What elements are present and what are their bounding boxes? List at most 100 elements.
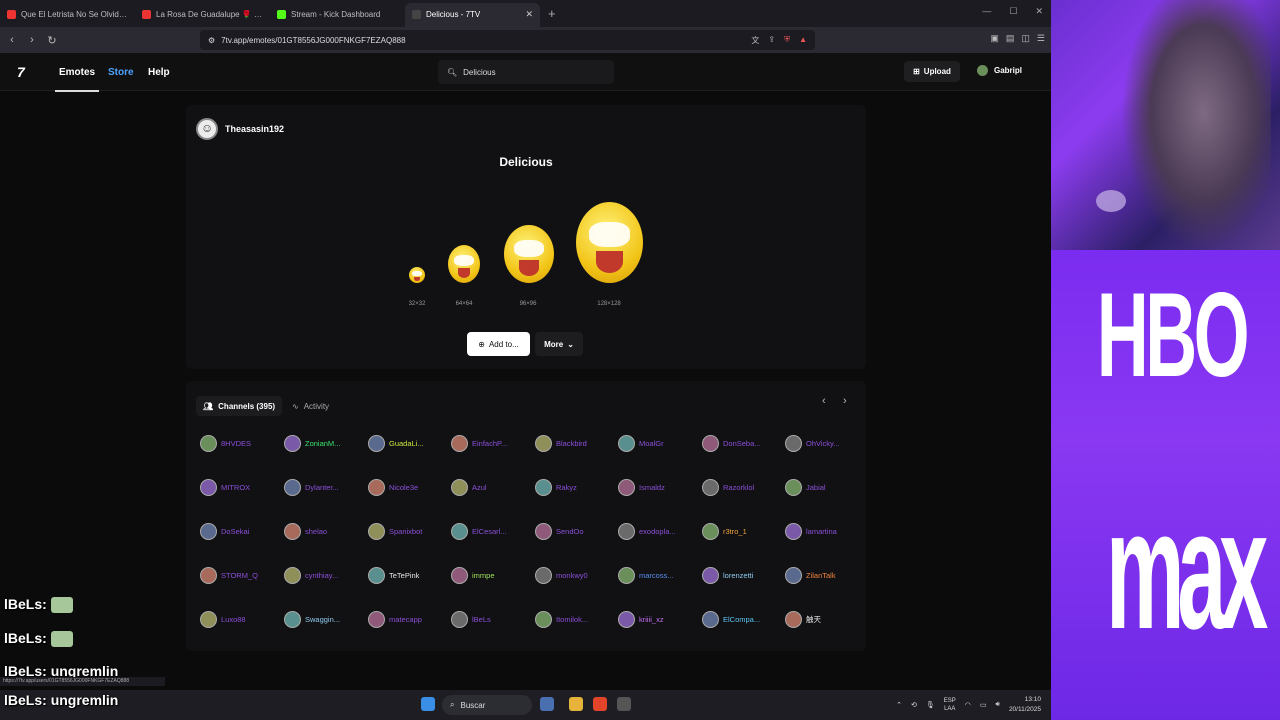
nav-emotes[interactable]: Emotes — [54, 67, 100, 92]
reload-icon[interactable]: ↻ — [44, 34, 60, 47]
channel-item[interactable]: ElCesarl... — [451, 523, 531, 540]
taskbar-search[interactable]: ⌕ Buscar — [442, 695, 532, 715]
tab-kick[interactable]: Stream - Kick Dashboard — [270, 3, 405, 27]
url-field[interactable]: ⚙ 7tv.app/emotes/01GT8556JG000FNKGF7EZAQ… — [200, 30, 815, 50]
channel-item[interactable]: EinfachP... — [451, 435, 531, 452]
hbo-max-overlay: HBO max — [1051, 250, 1280, 720]
language-indicator[interactable]: ESP LAA — [944, 697, 956, 713]
new-tab-button[interactable]: + — [540, 6, 564, 21]
site-info-icon[interactable]: ⚙ — [208, 36, 215, 45]
prev-page-icon[interactable]: ‹ — [822, 395, 826, 407]
channel-item[interactable]: 触天 — [785, 611, 865, 628]
channel-item[interactable]: Blackbird — [535, 435, 615, 452]
channel-item[interactable]: ElCompa... — [702, 611, 782, 628]
emote-owner[interactable]: Theasasin192 — [196, 118, 284, 140]
channel-item[interactable]: Dylanter... — [284, 479, 364, 496]
channel-item[interactable]: DonSeba... — [702, 435, 782, 452]
extension-icon[interactable]: ▣ — [990, 33, 999, 44]
channel-name: STORM_Q — [221, 571, 258, 580]
sidebar-icon[interactable]: ▤ — [1006, 33, 1015, 44]
chat-line: lBeLs: — [4, 630, 73, 648]
forward-icon[interactable]: › — [24, 34, 40, 46]
wifi-icon[interactable]: ◠ — [965, 701, 971, 709]
brave-icon[interactable] — [593, 697, 607, 711]
channel-item[interactable]: Razorklol — [702, 479, 782, 496]
share-icon[interactable]: ⇪ — [768, 35, 775, 46]
maximize-icon[interactable]: ☐ — [1009, 6, 1017, 17]
channel-item[interactable]: shelao — [284, 523, 364, 540]
nav-help[interactable]: Help — [148, 67, 170, 78]
channel-item[interactable]: Spanixbot — [368, 523, 448, 540]
channel-item[interactable]: lorenzetti — [702, 567, 782, 584]
browser-window: Que El Letrista No Se Olvide - YouTube L… — [0, 0, 1051, 690]
more-button[interactable]: More ⌄ — [535, 332, 583, 356]
channel-item[interactable]: monkwy0 — [535, 567, 615, 584]
emote-preview-32[interactable] — [409, 267, 425, 283]
channel-item[interactable]: Jabial — [785, 479, 865, 496]
volume-icon[interactable]: 🔊︎ — [996, 701, 1000, 709]
close-tab-icon[interactable]: ✕ — [525, 9, 533, 20]
channel-item[interactable]: lBeLs — [451, 611, 531, 628]
rewards-icon[interactable]: ▲ — [799, 35, 807, 46]
battery-icon[interactable]: ▭ — [980, 701, 987, 709]
tab-channels[interactable]: 👥︎ Channels (395) — [196, 396, 282, 416]
channel-item[interactable]: Nicole3e — [368, 479, 448, 496]
upload-button[interactable]: ⊞ Upload — [904, 61, 960, 82]
sync-icon[interactable]: ⟲ — [911, 701, 917, 709]
channel-item[interactable]: OhVicky... — [785, 435, 865, 452]
add-to-button[interactable]: ⊕ Add to... — [467, 332, 530, 356]
channel-item[interactable]: immpe — [451, 567, 531, 584]
translate-icon[interactable]: 文 — [751, 35, 759, 46]
wallet-icon[interactable]: ◫ — [1021, 33, 1030, 44]
channel-item[interactable]: Luxo88 — [200, 611, 280, 628]
channel-item[interactable]: cynthiay... — [284, 567, 364, 584]
channel-item[interactable]: ZonianM... — [284, 435, 364, 452]
emote-preview-128[interactable] — [576, 202, 643, 283]
search-input[interactable]: 🔍︎ Delicious — [438, 60, 614, 84]
mic-icon[interactable]: 🎙︎ — [926, 701, 935, 709]
channel-avatar — [284, 523, 301, 540]
channel-item[interactable]: TeTePink — [368, 567, 448, 584]
tab-rosa[interactable]: La Rosa De Guadalupe 🌹 Viral [Par — [135, 3, 270, 27]
channel-avatar — [535, 523, 552, 540]
channel-item[interactable]: matecapp — [368, 611, 448, 628]
tab-youtube[interactable]: Que El Letrista No Se Olvide - YouTube — [0, 3, 135, 27]
channel-item[interactable]: Azul — [451, 479, 531, 496]
channel-item[interactable]: Itomilok... — [535, 611, 615, 628]
channel-item[interactable]: SendOo — [535, 523, 615, 540]
back-icon[interactable]: ‹ — [4, 34, 20, 46]
channel-item[interactable]: STORM_Q — [200, 567, 280, 584]
close-window-icon[interactable]: ✕ — [1035, 6, 1043, 17]
tab-activity[interactable]: ∿ Activity — [292, 396, 329, 416]
channel-item[interactable]: r3tro_1 — [702, 523, 782, 540]
7tv-logo[interactable]: 7 — [17, 64, 25, 80]
obs-icon[interactable] — [617, 697, 631, 711]
channel-item[interactable]: kriiii_xz — [618, 611, 698, 628]
windows-start-icon[interactable] — [421, 697, 435, 711]
channel-item[interactable]: ZilanTalk — [785, 567, 865, 584]
channel-item[interactable]: 8HVDES — [200, 435, 280, 452]
channel-item[interactable]: marcoss... — [618, 567, 698, 584]
next-page-icon[interactable]: › — [843, 395, 847, 407]
emote-preview-64[interactable] — [448, 245, 480, 283]
app-icon[interactable] — [540, 697, 554, 711]
clock[interactable]: 13:10 20/11/2025 — [1009, 695, 1041, 715]
channel-item[interactable]: Rakyz — [535, 479, 615, 496]
menu-icon[interactable]: ☰ — [1037, 33, 1045, 44]
channel-item[interactable]: Ismaldz — [618, 479, 698, 496]
channel-item[interactable]: DoSekai — [200, 523, 280, 540]
brave-shield-icon[interactable]: ⛨ — [784, 35, 790, 46]
channel-item[interactable]: Swaggin... — [284, 611, 364, 628]
user-menu[interactable]: Gabripl — [977, 65, 1022, 76]
folder-icon[interactable] — [569, 697, 583, 711]
minimize-icon[interactable]: — — [982, 6, 991, 17]
channel-item[interactable]: exodopla... — [618, 523, 698, 540]
chevron-up-icon[interactable]: ⌃ — [896, 701, 902, 709]
channel-item[interactable]: MITROX — [200, 479, 280, 496]
channel-item[interactable]: lamartina — [785, 523, 865, 540]
emote-preview-96[interactable] — [504, 225, 554, 283]
channel-item[interactable]: MoalGr — [618, 435, 698, 452]
nav-store[interactable]: Store — [108, 67, 134, 78]
channel-item[interactable]: GuadaLi... — [368, 435, 448, 452]
tab-7tv[interactable]: Delicious - 7TV ✕ — [405, 2, 540, 27]
